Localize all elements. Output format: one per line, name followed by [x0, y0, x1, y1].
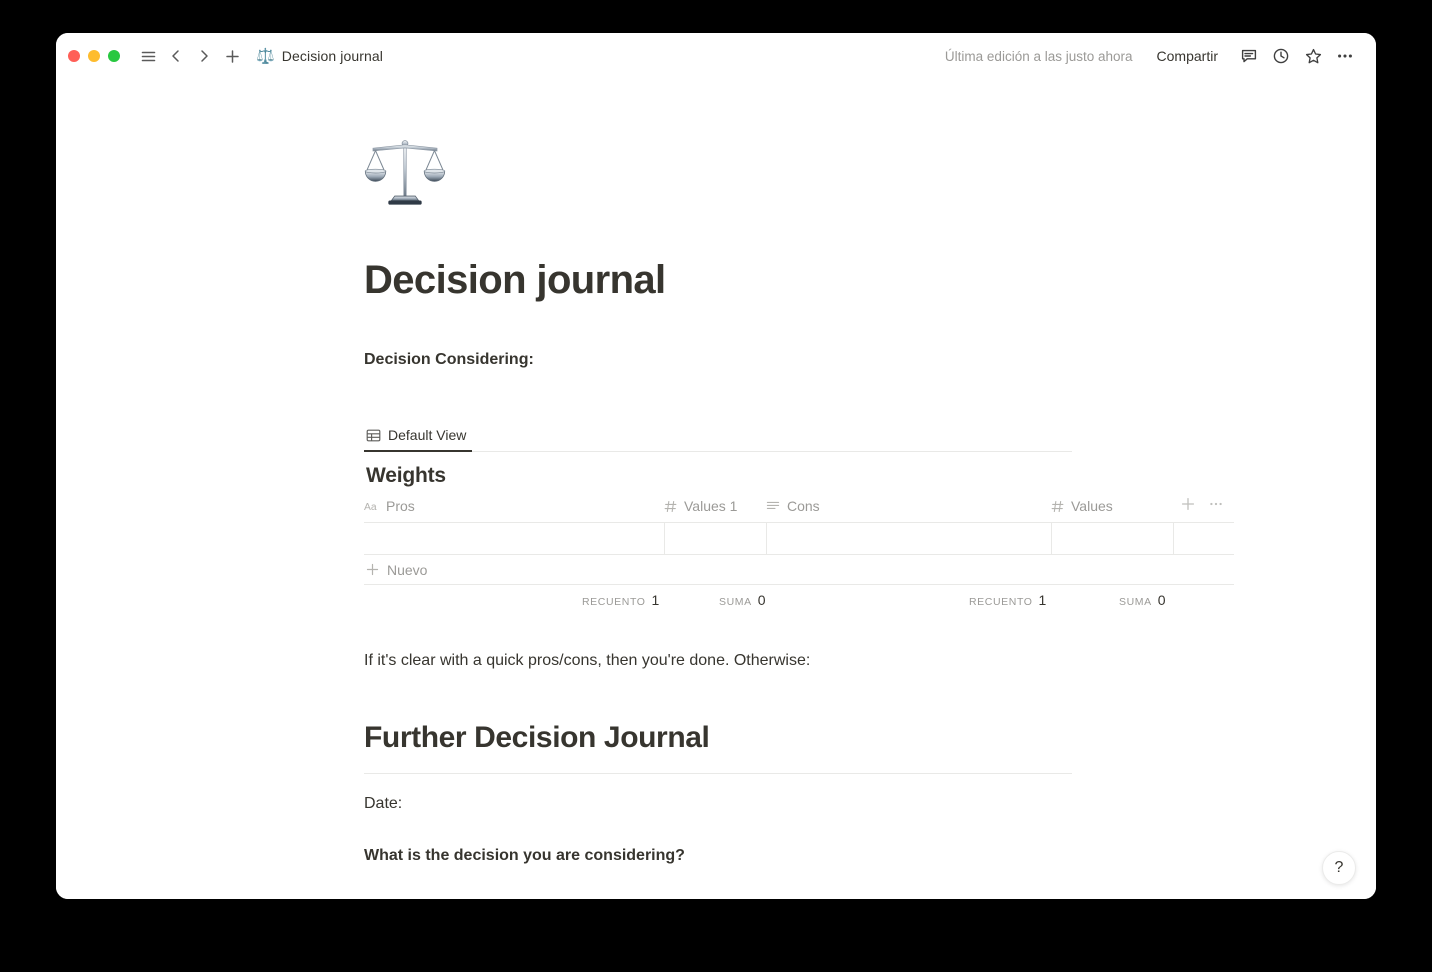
cell-cons[interactable]	[766, 522, 1052, 555]
title-bar: ⚖️ Decision journal Última edición a las…	[56, 33, 1376, 79]
aggregate-value: 0	[757, 592, 766, 608]
help-button[interactable]: ?	[1322, 851, 1356, 885]
aggregate-value: 1	[651, 592, 660, 608]
tab-default-view-label: Default View	[388, 427, 467, 443]
page-title[interactable]: Decision journal	[364, 256, 1072, 304]
followup-note[interactable]: If it's clear with a quick pros/cons, th…	[364, 649, 1072, 673]
comment-icon[interactable]	[1234, 41, 1264, 71]
page-scales-icon[interactable]	[364, 132, 1376, 216]
database-title[interactable]: Weights	[366, 464, 1234, 488]
text-lines-icon	[766, 500, 780, 512]
column-header-pros[interactable]: Aa Pros	[364, 497, 664, 523]
sidebar-toggle-icon[interactable]	[134, 42, 162, 70]
window-controls	[56, 50, 120, 62]
favorite-icon[interactable]	[1298, 41, 1328, 71]
table-header-row: Aa Pros Values 1 Cons Values	[364, 497, 1234, 523]
navigation-icons	[120, 42, 246, 70]
database-view-tabs: Default View	[364, 418, 1072, 452]
aggregate-label: SUMA	[1119, 596, 1152, 608]
aggregate-label: RECUENTO	[582, 596, 646, 608]
further-decision-journal-heading[interactable]: Further Decision Journal	[364, 719, 1072, 757]
add-column-button[interactable]	[1181, 497, 1195, 514]
aggregate-sum-values-1[interactable]: SUMA 0	[719, 592, 766, 608]
column-header-values-label: Values	[1071, 498, 1113, 514]
cell-values-1[interactable]	[664, 522, 767, 555]
more-options-icon[interactable]	[1330, 41, 1360, 71]
new-row-button[interactable]: Nuevo	[364, 555, 1234, 585]
column-header-cons[interactable]: Cons	[766, 497, 1051, 523]
plus-icon	[366, 563, 379, 576]
new-row-label: Nuevo	[387, 561, 428, 578]
tab-default-view[interactable]: Default View	[364, 427, 473, 452]
page-scroll-area[interactable]: Decision journal Decision Considering: D…	[56, 79, 1376, 899]
aggregate-value: 0	[1157, 592, 1166, 608]
cell-spacer	[1173, 522, 1234, 555]
aggregate-label: RECUENTO	[969, 596, 1033, 608]
column-header-values-1-label: Values 1	[684, 498, 738, 514]
column-options-button[interactable]	[1209, 497, 1223, 514]
app-window: ⚖️ Decision journal Última edición a las…	[56, 33, 1376, 899]
page-body: Decision journal Decision Considering: D…	[56, 79, 1376, 899]
decision-considering-label[interactable]: Decision Considering:	[364, 348, 1072, 372]
titlebar-actions: Última edición a las justo ahora Compart…	[945, 41, 1376, 71]
empty-paragraph-block[interactable]	[364, 372, 1376, 418]
column-header-cons-label: Cons	[787, 498, 820, 514]
minimize-window-button[interactable]	[88, 50, 100, 62]
date-label[interactable]: Date:	[364, 792, 1072, 816]
history-icon[interactable]	[1266, 41, 1296, 71]
weights-table: Aa Pros Values 1 Cons Values	[364, 497, 1234, 555]
title-aa-icon: Aa	[364, 500, 379, 512]
share-button[interactable]: Compartir	[1149, 44, 1226, 68]
column-header-values[interactable]: Values	[1051, 497, 1173, 523]
back-icon[interactable]	[162, 42, 190, 70]
help-label: ?	[1334, 859, 1344, 876]
svg-text:Aa: Aa	[364, 502, 377, 512]
column-header-values-1[interactable]: Values 1	[664, 497, 766, 523]
maximize-window-button[interactable]	[108, 50, 120, 62]
table-row[interactable]	[364, 522, 1234, 555]
number-hash-icon	[664, 500, 677, 513]
last-edited-label: Última edición a las justo ahora	[944, 48, 1133, 64]
forward-icon[interactable]	[190, 42, 218, 70]
decision-question-label[interactable]: What is the decision you are considering…	[364, 844, 1072, 868]
aggregate-count-cons[interactable]: RECUENTO 1	[969, 592, 1046, 608]
aggregate-sum-values[interactable]: SUMA 0	[1119, 592, 1166, 608]
new-page-icon[interactable]	[218, 42, 246, 70]
close-window-button[interactable]	[68, 50, 80, 62]
cell-pros[interactable]	[364, 522, 665, 555]
weights-database: Default View Weights Aa Pros Values 1 Co…	[364, 418, 1234, 615]
breadcrumb[interactable]: ⚖️ Decision journal	[256, 48, 383, 64]
cell-values[interactable]	[1051, 522, 1174, 555]
aggregate-row: RECUENTO 1 SUMA 0 RECUENTO 1 SUMA 0	[364, 585, 1234, 615]
number-hash-icon	[1051, 500, 1064, 513]
aggregate-value: 1	[1038, 592, 1047, 608]
breadcrumb-label: Decision journal	[281, 48, 383, 64]
column-header-actions	[1173, 497, 1234, 523]
aggregate-label: SUMA	[719, 596, 752, 608]
scales-icon: ⚖️	[256, 47, 275, 65]
aggregate-count-pros[interactable]: RECUENTO 1	[582, 592, 659, 608]
column-header-pros-label: Pros	[386, 498, 415, 514]
